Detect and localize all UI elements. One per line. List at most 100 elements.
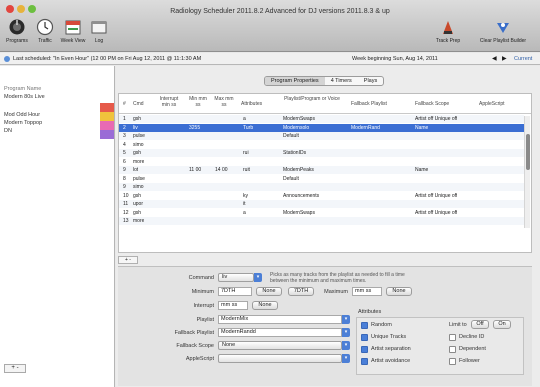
col-cmd[interactable]: Cmd (133, 101, 144, 107)
artist-avoidance-checkbox[interactable] (361, 358, 368, 365)
sidebar-item-dn[interactable]: DN (4, 128, 12, 134)
decline-id-checkbox[interactable] (449, 334, 456, 341)
maximum-field[interactable]: mm ss (352, 287, 382, 296)
table-scrollbar[interactable] (524, 116, 530, 228)
random-checkbox[interactable] (361, 322, 368, 329)
table-row[interactable]: 10 gsh ky Announcements Artist off Unique of… (119, 192, 524, 200)
table-row[interactable]: 11 upor it (119, 200, 524, 208)
attributes-label: Attributes (358, 309, 382, 315)
row-scope-cell: Artist off Unique off (415, 192, 458, 199)
sidebar-item-modern-toppop[interactable]: Modern Toppop (4, 120, 42, 126)
sidebar-add-remove-button[interactable]: + - (4, 364, 26, 373)
table-row[interactable]: 8 pulse Default (119, 175, 524, 183)
command-popup-arrow-icon[interactable]: ▾ (254, 273, 262, 282)
row-attributes-cell: a (243, 116, 246, 122)
tab-timers[interactable]: 4 Timers (325, 77, 358, 85)
previous-week-button[interactable]: ◀ (492, 53, 497, 65)
status-indicator-icon (4, 56, 10, 62)
col-number[interactable]: # (123, 101, 126, 107)
table-row[interactable]: 2 liv 3255 Turb Modernsolo ModernRand Name (119, 123, 524, 132)
row-cmd-cell: upor (133, 201, 144, 207)
tab-program-properties[interactable]: Program Properties (265, 77, 325, 85)
row-scope-cell: Name (415, 167, 429, 173)
limit-on-button[interactable]: On (493, 320, 511, 329)
maximum-none-button[interactable]: None (386, 287, 412, 296)
col-fallback-scope[interactable]: Fallback Scope (415, 101, 449, 107)
fallback-scope-label: Fallback Scope (176, 343, 214, 349)
minimum-none-button[interactable]: None (256, 287, 282, 296)
table-row[interactable]: 6 more (119, 158, 524, 166)
row-number-cell: 1 (123, 116, 126, 122)
sidebar-item-mod-odd-hour[interactable]: Mod Odd Hour (4, 112, 40, 118)
program-sidebar: Program Name Modern 80s Live Mod Odd Hou… (0, 66, 115, 387)
minimum-field[interactable]: 7DTH (218, 287, 252, 296)
current-week-button[interactable]: Current (514, 53, 532, 65)
row-number-cell: 5 (123, 150, 126, 156)
playlist-label: Playlist (196, 317, 214, 323)
row-cmd-cell: lot (133, 167, 139, 173)
row-attributes-cell: a (243, 209, 246, 216)
next-week-button[interactable]: ▶ (502, 53, 507, 65)
col-applescript[interactable]: AppleScript (479, 101, 505, 107)
table-row[interactable]: 5 gsh rui StationIDs (119, 149, 524, 157)
table-add-remove-button[interactable]: + - (118, 256, 138, 264)
playlist-builder-icon (497, 23, 509, 33)
random-label: Random (371, 322, 392, 328)
applescript-popup[interactable] (218, 354, 342, 363)
minimize-window-button[interactable] (17, 5, 25, 13)
col-fallback-playlist[interactable]: Fallback Playlist (351, 101, 387, 107)
table-row[interactable]: 12 gsh a ModernSwaps Artist off Unique off (119, 209, 524, 217)
unique-tracks-checkbox[interactable] (361, 334, 368, 341)
table-scroll-thumb[interactable] (526, 134, 530, 170)
fallback-scope-popup[interactable]: None (218, 341, 342, 350)
col-min[interactable]: Min mm ss (187, 96, 209, 108)
table-row[interactable]: 1 gsh a ModernSwaps Artist off Unique off (119, 115, 524, 123)
table-row[interactable]: 3 pulse Default (119, 132, 524, 140)
col-max[interactable]: Max mm ss (213, 96, 235, 108)
toolbar-log-button[interactable]: Log (84, 18, 114, 44)
maximum-preset-button[interactable]: 7DTH (288, 287, 314, 296)
fallback-playlist-arrow-icon[interactable]: ▾ (342, 328, 350, 337)
maximum-label: Maximum (324, 289, 348, 295)
toolbar-traffic-button[interactable]: Traffic (30, 18, 60, 44)
row-number-cell: 10 (123, 192, 129, 199)
fallback-playlist-field[interactable]: ModernRandd (218, 328, 342, 337)
col-playlist[interactable]: Playlist/Program or Voice (281, 96, 343, 102)
command-description: Picks as many tracks from the playlist a… (270, 272, 405, 284)
playlist-field[interactable]: ModernMix (218, 315, 342, 324)
close-window-button[interactable] (6, 5, 14, 13)
command-label: Command (188, 275, 214, 281)
follower-checkbox[interactable] (449, 358, 456, 365)
applescript-arrow-icon[interactable]: ▾ (342, 354, 350, 363)
col-interrupt[interactable]: Interrupt min ss (155, 96, 183, 108)
zoom-window-button[interactable] (28, 5, 36, 13)
table-row[interactable]: 9 simo (119, 183, 524, 191)
toolbar-trackprep-button[interactable]: Track Prep (428, 18, 468, 44)
command-popup[interactable]: liv (218, 273, 254, 282)
artist-separation-checkbox[interactable] (361, 346, 368, 353)
title-toolbar: Radiology Scheduler 2011.8.2 Advanced fo… (0, 0, 540, 52)
row-number-cell: 8 (123, 175, 126, 182)
row-playlist-cell: Modernsolo (283, 124, 310, 131)
interrupt-field[interactable]: mm ss (218, 301, 248, 310)
table-row[interactable]: 9 lot 11 00 14 00 ruit ModernPeaks Name (119, 166, 524, 174)
row-playlist-cell: ModernPeaks (283, 167, 314, 173)
row-cmd-cell: liv (133, 124, 138, 131)
radio-dial-icon (9, 19, 25, 35)
applescript-label: AppleScript (185, 356, 214, 362)
toolbar-playlistbuilder-button[interactable]: Clear Playlist Builder (468, 18, 538, 44)
playlist-popup-arrow-icon[interactable]: ▾ (342, 315, 350, 324)
toolbar-programs-button[interactable]: Programs (2, 18, 32, 44)
color-tag-purple (100, 130, 114, 139)
table-row[interactable]: 4 simo (119, 141, 524, 149)
program-tabs: Program Properties 4 Timers Plays (264, 76, 385, 86)
sidebar-item-modern-80s[interactable]: Modern 80s Live (4, 94, 45, 100)
limit-off-button[interactable]: Off (471, 320, 489, 329)
fallback-scope-arrow-icon[interactable]: ▾ (342, 341, 350, 350)
interrupt-none-button[interactable]: None (252, 301, 278, 310)
tab-plays[interactable]: Plays (358, 77, 383, 85)
col-attributes[interactable]: Attributes (241, 101, 262, 107)
dependent-checkbox[interactable] (449, 346, 456, 353)
table-row[interactable]: 13 more (119, 217, 524, 225)
row-attributes-cell: it (243, 201, 246, 207)
